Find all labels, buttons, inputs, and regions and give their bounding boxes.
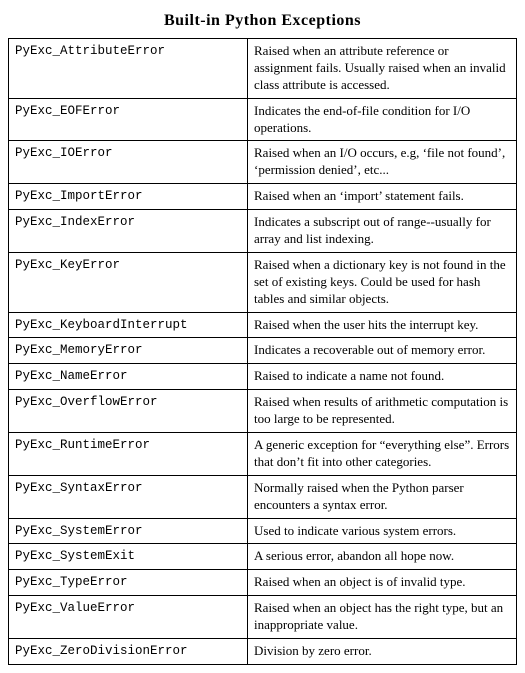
- exception-description: Normally raised when the Python parser e…: [248, 475, 517, 518]
- exception-name: PyExc_EOFError: [9, 98, 248, 141]
- exception-description: A serious error, abandon all hope now.: [248, 544, 517, 570]
- exceptions-table: PyExc_AttributeErrorRaised when an attri…: [8, 38, 517, 665]
- exception-name: PyExc_SyntaxError: [9, 475, 248, 518]
- exception-description: Raised to indicate a name not found.: [248, 364, 517, 390]
- exception-name: PyExc_ImportError: [9, 184, 248, 210]
- exception-name: PyExc_IndexError: [9, 210, 248, 253]
- table-row: PyExc_ZeroDivisionErrorDivision by zero …: [9, 639, 517, 665]
- table-row: PyExc_IndexErrorIndicates a subscript ou…: [9, 210, 517, 253]
- exception-description: Raised when an object is of invalid type…: [248, 570, 517, 596]
- exception-name: PyExc_NameError: [9, 364, 248, 390]
- table-row: PyExc_EOFErrorIndicates the end-of-file …: [9, 98, 517, 141]
- exception-name: PyExc_KeyboardInterrupt: [9, 312, 248, 338]
- exception-description: Raised when the user hits the interrupt …: [248, 312, 517, 338]
- exception-name: PyExc_RuntimeError: [9, 433, 248, 476]
- table-row: PyExc_TypeErrorRaised when an object is …: [9, 570, 517, 596]
- exception-description: Raised when an attribute reference or as…: [248, 39, 517, 99]
- table-row: PyExc_ImportErrorRaised when an ‘import’…: [9, 184, 517, 210]
- exception-description: Division by zero error.: [248, 639, 517, 665]
- table-row: PyExc_SystemExitA serious error, abandon…: [9, 544, 517, 570]
- table-row: PyExc_KeyErrorRaised when a dictionary k…: [9, 252, 517, 312]
- exception-name: PyExc_OverflowError: [9, 390, 248, 433]
- page-title: Built-in Python Exceptions: [8, 12, 517, 30]
- exception-name: PyExc_TypeError: [9, 570, 248, 596]
- table-row: PyExc_AttributeErrorRaised when an attri…: [9, 39, 517, 99]
- exception-description: Raised when an object has the right type…: [248, 596, 517, 639]
- table-row: PyExc_IOErrorRaised when an I/O occurs, …: [9, 141, 517, 184]
- table-row: PyExc_MemoryErrorIndicates a recoverable…: [9, 338, 517, 364]
- exception-description: Raised when an I/O occurs, e.g, ‘file no…: [248, 141, 517, 184]
- exception-description: A generic exception for “everything else…: [248, 433, 517, 476]
- exception-description: Used to indicate various system errors.: [248, 518, 517, 544]
- exception-name: PyExc_SystemExit: [9, 544, 248, 570]
- table-row: PyExc_SyntaxErrorNormally raised when th…: [9, 475, 517, 518]
- exception-name: PyExc_ZeroDivisionError: [9, 639, 248, 665]
- exception-description: Indicates the end-of-file condition for …: [248, 98, 517, 141]
- table-row: PyExc_SystemErrorUsed to indicate variou…: [9, 518, 517, 544]
- exception-name: PyExc_MemoryError: [9, 338, 248, 364]
- exception-name: PyExc_ValueError: [9, 596, 248, 639]
- exception-description: Raised when an ‘import’ statement fails.: [248, 184, 517, 210]
- exception-name: PyExc_KeyError: [9, 252, 248, 312]
- exception-description: Indicates a subscript out of range--usua…: [248, 210, 517, 253]
- exception-description: Raised when results of arithmetic comput…: [248, 390, 517, 433]
- exception-name: PyExc_SystemError: [9, 518, 248, 544]
- exception-name: PyExc_AttributeError: [9, 39, 248, 99]
- exception-description: Raised when a dictionary key is not foun…: [248, 252, 517, 312]
- table-row: PyExc_OverflowErrorRaised when results o…: [9, 390, 517, 433]
- table-row: PyExc_RuntimeErrorA generic exception fo…: [9, 433, 517, 476]
- table-row: PyExc_ValueErrorRaised when an object ha…: [9, 596, 517, 639]
- table-row: PyExc_NameErrorRaised to indicate a name…: [9, 364, 517, 390]
- exception-description: Indicates a recoverable out of memory er…: [248, 338, 517, 364]
- exception-name: PyExc_IOError: [9, 141, 248, 184]
- table-row: PyExc_KeyboardInterruptRaised when the u…: [9, 312, 517, 338]
